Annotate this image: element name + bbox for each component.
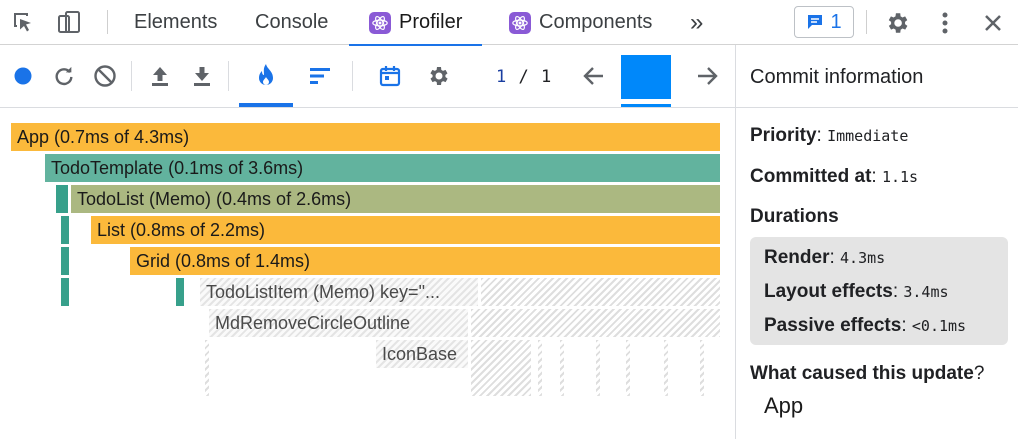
close-devtools-icon[interactable] bbox=[978, 8, 1008, 38]
ranked-chart-icon[interactable] bbox=[303, 58, 337, 94]
flame-node-label: TodoTemplate (0.1ms of 3.6ms) bbox=[51, 158, 304, 178]
tab-elements-label: Elements bbox=[134, 11, 218, 33]
flame-node-todotemplate[interactable]: TodoTemplate (0.1ms of 3.6ms) bbox=[45, 154, 720, 182]
devtools-tabbar: Elements Console Profiler Components » 1 bbox=[0, 0, 1018, 46]
unrendered-region bbox=[471, 340, 531, 396]
unrendered-region bbox=[664, 340, 668, 396]
clear-profile-icon[interactable] bbox=[88, 58, 122, 94]
flame-node-grid[interactable]: Grid (0.8ms of 1.4ms) bbox=[130, 247, 720, 275]
committed-at-value: 1.1s bbox=[881, 168, 919, 186]
unrendered-region bbox=[596, 340, 600, 396]
tab-profiler-label: Profiler bbox=[399, 11, 463, 33]
flamegraph-chart: App (0.7ms of 4.3ms) TodoTemplate (0.1ms… bbox=[0, 108, 735, 439]
durations-heading: Durations bbox=[750, 206, 839, 228]
unrendered-region bbox=[471, 309, 720, 337]
issues-button[interactable]: 1 bbox=[794, 6, 854, 38]
update-cause-heading: What caused this update? bbox=[750, 363, 985, 384]
active-view-indicator bbox=[239, 103, 293, 107]
commit-selector-bar[interactable] bbox=[621, 55, 671, 107]
flame-node-label: App (0.7ms of 4.3ms) bbox=[17, 127, 190, 147]
commit-total: 1 bbox=[541, 67, 553, 87]
flame-node-sliver[interactable] bbox=[56, 185, 68, 213]
flame-node-label: List (0.8ms of 2.2ms) bbox=[97, 220, 266, 240]
timeline-calendar-icon[interactable] bbox=[373, 58, 407, 94]
flame-node-sliver[interactable] bbox=[61, 216, 69, 244]
priority-label: Priority bbox=[750, 125, 817, 146]
flame-node-label: TodoListItem (Memo) key="... bbox=[206, 282, 440, 302]
flame-node-label: TodoList (Memo) (0.4ms of 2.6ms) bbox=[77, 189, 352, 209]
previous-commit-arrow-icon[interactable] bbox=[577, 58, 611, 94]
passive-effects-row: Passive effects: <0.1ms bbox=[764, 315, 967, 336]
unrendered-region bbox=[560, 340, 564, 396]
commit-info-panel: Commit information Priority: Immediate C… bbox=[735, 45, 1018, 439]
render-value: 4.3ms bbox=[840, 249, 886, 267]
layout-effects-label: Layout effects bbox=[764, 281, 893, 302]
layout-effects-row: Layout effects: 3.4ms bbox=[764, 281, 949, 302]
tab-console[interactable]: Console bbox=[255, 0, 328, 45]
settings-gear-icon[interactable] bbox=[882, 8, 912, 38]
message-icon bbox=[808, 15, 823, 29]
profiler-toolbar: 1 / 1 bbox=[0, 45, 735, 108]
flame-node-sliver[interactable] bbox=[61, 278, 69, 306]
priority-value: Immediate bbox=[827, 127, 909, 145]
update-cause-component[interactable]: App bbox=[764, 393, 803, 419]
record-button[interactable] bbox=[6, 58, 40, 94]
flame-node-todolistitem[interactable]: TodoListItem (Memo) key="... bbox=[200, 278, 478, 306]
more-options-icon[interactable] bbox=[930, 8, 960, 38]
flame-node-label: MdRemoveCircleOutline bbox=[215, 313, 411, 333]
react-logo-icon bbox=[369, 11, 391, 34]
passive-effects-value: <0.1ms bbox=[911, 317, 967, 335]
unrendered-region bbox=[538, 340, 542, 396]
unrendered-region bbox=[626, 340, 630, 396]
render-duration-row: Render: 4.3ms bbox=[764, 247, 886, 268]
unrendered-region bbox=[205, 340, 209, 396]
flame-node-app[interactable]: App (0.7ms of 4.3ms) bbox=[11, 123, 720, 151]
unrendered-region bbox=[700, 340, 704, 396]
durations-label: Durations bbox=[750, 206, 839, 227]
flame-node-sliver[interactable] bbox=[61, 247, 69, 275]
passive-effects-label: Passive effects bbox=[764, 315, 902, 336]
priority-row: Priority: Immediate bbox=[750, 125, 909, 146]
flame-node-mdremovecircleoutline[interactable]: MdRemoveCircleOutline bbox=[209, 309, 468, 337]
committed-at-label: Committed at bbox=[750, 166, 872, 187]
more-tabs-label: » bbox=[690, 8, 704, 36]
tab-components-label: Components bbox=[539, 11, 653, 33]
tab-elements[interactable]: Elements bbox=[134, 0, 217, 45]
save-profile-icon[interactable] bbox=[185, 58, 219, 94]
durations-box: Render: 4.3ms Layout effects: 3.4ms Pass… bbox=[750, 237, 1008, 345]
commit-counter: 1 / 1 bbox=[496, 67, 552, 87]
tab-components[interactable]: Components bbox=[509, 0, 652, 45]
flame-node-todolist[interactable]: TodoList (Memo) (0.4ms of 2.6ms) bbox=[71, 185, 720, 213]
inspect-element-icon[interactable] bbox=[8, 8, 38, 38]
flame-node-list[interactable]: List (0.8ms of 2.2ms) bbox=[91, 216, 720, 244]
render-label: Render bbox=[764, 247, 830, 268]
reload-and-profile-icon[interactable] bbox=[47, 58, 81, 94]
flame-node-label: IconBase bbox=[382, 344, 458, 364]
layout-effects-value: 3.4ms bbox=[903, 283, 949, 301]
commit-separator: / bbox=[518, 67, 530, 87]
profiler-settings-gear-icon[interactable] bbox=[421, 58, 455, 94]
commit-current: 1 bbox=[496, 67, 508, 87]
tab-console-label: Console bbox=[255, 11, 329, 33]
load-profile-icon[interactable] bbox=[143, 58, 177, 94]
flamegraph-fire-icon[interactable] bbox=[249, 58, 283, 94]
react-logo-icon bbox=[509, 11, 531, 34]
flame-node-iconbase[interactable]: IconBase bbox=[376, 340, 468, 368]
next-commit-arrow-icon[interactable] bbox=[690, 58, 724, 94]
device-toolbar-icon[interactable] bbox=[54, 8, 84, 38]
issues-count: 1 bbox=[830, 10, 842, 33]
committed-at-row: Committed at: 1.1s bbox=[750, 166, 919, 187]
flame-node-sliver[interactable] bbox=[176, 278, 184, 306]
more-tabs-button[interactable]: » bbox=[690, 0, 703, 45]
commit-info-title: Commit information bbox=[750, 66, 924, 88]
update-cause-label: What caused this update bbox=[750, 363, 974, 384]
commit-info-header: Commit information bbox=[736, 45, 1018, 108]
tab-profiler[interactable]: Profiler bbox=[348, 0, 483, 46]
unrendered-region bbox=[481, 278, 720, 306]
flame-node-label: Grid (0.8ms of 1.4ms) bbox=[136, 251, 311, 271]
